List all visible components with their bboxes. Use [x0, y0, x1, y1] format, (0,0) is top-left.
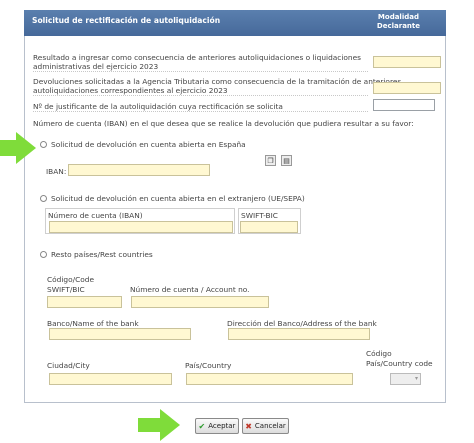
iban-label: IBAN: — [46, 167, 67, 176]
form-header: Solicitud de rectificación de autoliquid… — [24, 10, 446, 36]
address-field[interactable] — [228, 328, 370, 340]
justificante-label: Nº de justificante de la autoliquidación… — [33, 102, 368, 112]
resultado-label: Resultado a ingresar como consecuencia d… — [33, 53, 362, 62]
form-title: Solicitud de rectificación de autoliquid… — [32, 16, 221, 25]
cancel-button[interactable]: ✖ Cancelar — [242, 418, 289, 434]
rest-account-field[interactable] — [131, 296, 269, 308]
arrow-indicator-icon — [16, 132, 36, 164]
devoluciones-label: Devoluciones solicitadas a la Agencia Tr… — [33, 77, 402, 86]
foreign-option-label: Solicitud de devolución en cuenta abiert… — [51, 194, 305, 203]
country-code-select[interactable]: ▾ — [390, 373, 421, 385]
swift-field[interactable] — [240, 221, 298, 233]
code-label-1: Código/Code — [47, 275, 95, 284]
country-label: País/Country — [185, 361, 232, 370]
resultado-field[interactable] — [373, 56, 441, 68]
country-code-label-2: País/Country code — [366, 359, 433, 368]
spain-option-label: Solicitud de devolución en cuenta abiert… — [51, 140, 246, 149]
radio-spain[interactable] — [40, 141, 47, 148]
devoluciones-label-2: autoliquidaciones correspondientes al ej… — [33, 86, 368, 96]
bank-field[interactable] — [49, 328, 191, 340]
cancel-icon: ✖ — [245, 421, 252, 431]
rest-account-label: Número de cuenta / Account no. — [130, 285, 250, 294]
rest-option-label: Resto países/Rest countries — [51, 250, 153, 259]
foreign-account-field[interactable] — [49, 221, 233, 233]
modalidad-header: Modalidad Declarante — [376, 13, 420, 30]
iban-question: Número de cuenta (IBAN) en el que desea … — [33, 119, 414, 128]
arrow-indicator-body-1 — [0, 140, 16, 156]
code-label-2: SWIFT/BIC — [47, 285, 85, 294]
resultado-label-2: administrativas del ejercicio 2023 — [33, 62, 368, 72]
copy-icon[interactable]: ❐ — [265, 155, 276, 166]
swift-label: SWIFT-BIC — [241, 211, 278, 220]
devoluciones-field[interactable] — [373, 82, 441, 94]
country-field[interactable] — [186, 373, 353, 385]
rest-code-field[interactable] — [47, 296, 122, 308]
arrow-indicator-body-2 — [138, 418, 160, 432]
city-label: Ciudad/City — [47, 361, 90, 370]
address-label: Dirección del Banco/Address of the bank — [227, 319, 377, 328]
country-code-label-1: Código — [366, 349, 392, 358]
justificante-field[interactable] — [373, 99, 435, 111]
arrow-indicator-icon-2 — [160, 409, 180, 441]
paste-icon[interactable]: ▤ — [281, 155, 292, 166]
accept-button[interactable]: ✔ Aceptar — [195, 418, 239, 434]
chevron-down-icon: ▾ — [414, 375, 418, 382]
radio-foreign[interactable] — [40, 195, 47, 202]
city-field[interactable] — [49, 373, 172, 385]
check-icon: ✔ — [198, 421, 206, 431]
iban-field[interactable] — [68, 164, 210, 176]
bank-label: Banco/Name of the bank — [47, 319, 139, 328]
radio-rest[interactable] — [40, 251, 47, 258]
foreign-account-label: Número de cuenta (IBAN) — [48, 211, 143, 220]
